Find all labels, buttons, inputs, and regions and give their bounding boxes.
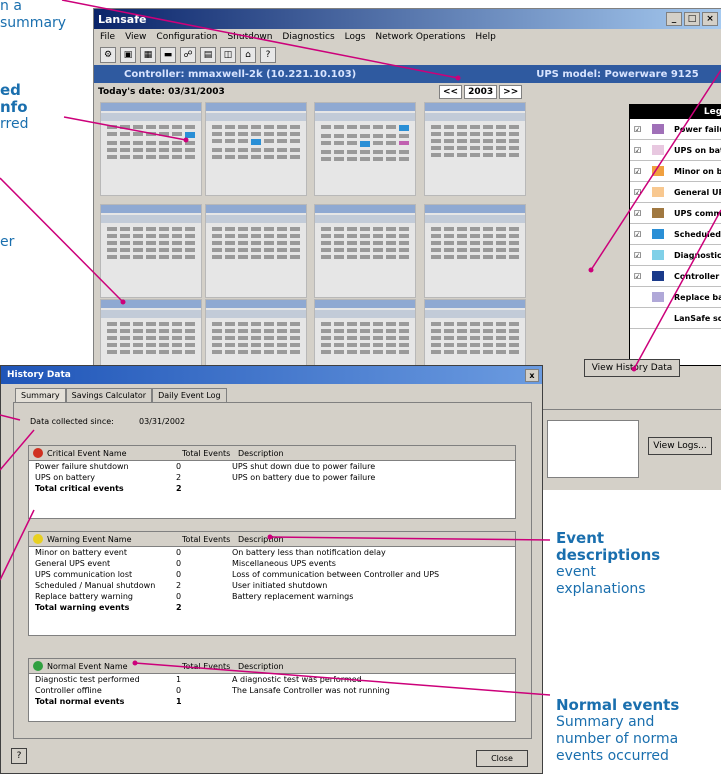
callout-dot [631, 366, 637, 372]
callout-dot [120, 299, 126, 305]
callout-line [134, 662, 551, 696]
callout-line [633, 209, 721, 370]
callout-line [0, 177, 124, 303]
callout-line [0, 509, 35, 581]
callout-line [61, 0, 459, 79]
callout-dot [588, 267, 594, 273]
callout-dot [183, 137, 189, 143]
callout-dot [267, 534, 273, 540]
callout-line [590, 69, 721, 271]
callout-line [0, 429, 35, 471]
callout-lines [0, 0, 721, 696]
callout-line [0, 414, 21, 421]
callout-dot [455, 75, 461, 81]
callout-dot [132, 660, 138, 666]
callout-line [269, 536, 551, 541]
callout-line [63, 116, 187, 141]
